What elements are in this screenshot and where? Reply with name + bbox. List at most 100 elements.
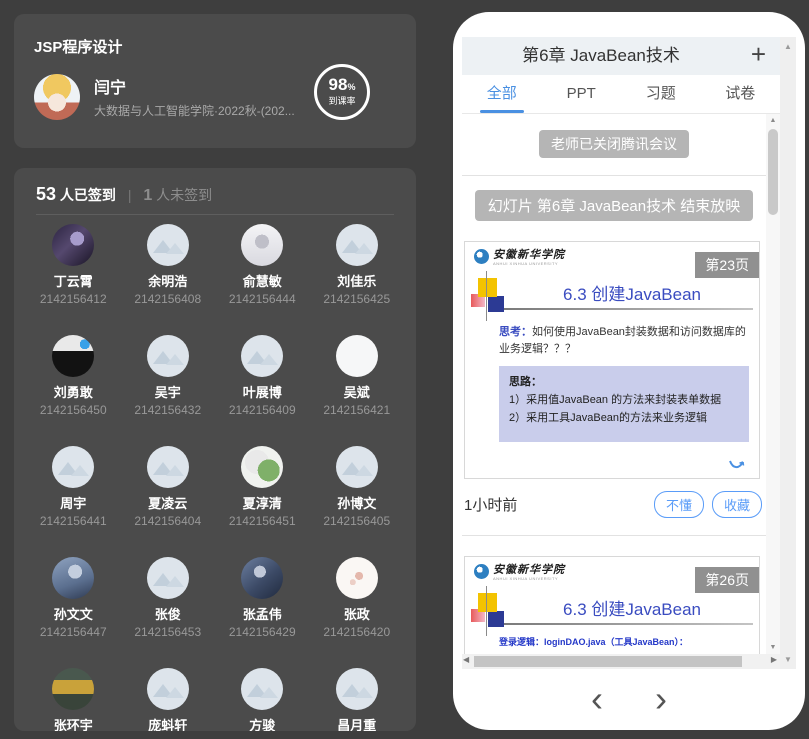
plus-icon[interactable]: + xyxy=(751,39,766,70)
student-id: 2142156420 xyxy=(323,625,390,639)
student-cell: 夏凌云2142156404 xyxy=(121,446,216,529)
student-name: 刘佳乐 xyxy=(337,271,376,290)
student-id: 2142156453 xyxy=(134,625,201,639)
divider xyxy=(462,535,766,536)
student-avatar xyxy=(52,446,94,488)
scroll-down-icon[interactable]: ▼ xyxy=(766,644,780,651)
slide-think-paragraph: 思考：如何使用JavaBean封装数据和访问数据库的业务逻辑？？？ xyxy=(499,324,749,358)
student-id: 2142156412 xyxy=(40,292,107,306)
student-name: 张环宇 xyxy=(54,715,93,731)
student-cell: 张环宇 xyxy=(26,668,121,731)
student-name: 张孟伟 xyxy=(243,604,282,623)
attendance-summary: 53 人已签到 | 1 人未签到 xyxy=(36,184,212,205)
student-avatar xyxy=(241,446,283,488)
teacher-avatar xyxy=(34,74,80,120)
attendance-rate-value: 98 xyxy=(329,75,348,94)
feed-content: 老师已关闭腾讯会议 幻灯片 第6章 JavaBean技术 结束放映 第23页 安… xyxy=(462,114,766,654)
page-number-badge: 第26页 xyxy=(695,567,759,593)
scroll-up-icon[interactable]: ▲ xyxy=(780,42,796,51)
student-avatar xyxy=(336,668,378,710)
student-cell: 孙文文2142156447 xyxy=(26,557,121,640)
scroll-up-icon[interactable]: ▲ xyxy=(766,117,780,124)
student-name: 吴宇 xyxy=(155,382,181,401)
student-grid: 丁云霄2142156412 余明浩2142156408 俞慧敏214215644… xyxy=(26,224,404,731)
student-avatar xyxy=(147,224,189,266)
student-id: 2142156432 xyxy=(134,403,201,417)
scrollbar-thumb[interactable] xyxy=(474,656,742,667)
student-name: 孙文文 xyxy=(54,604,93,623)
student-cell: 孙博文2142156405 xyxy=(310,446,405,529)
student-id: 2142156429 xyxy=(229,625,296,639)
university-logo: 安徽新华学院 ANHUI XINHUA UNIVERSITY xyxy=(474,249,565,266)
student-name: 吴斌 xyxy=(344,382,370,401)
tab-exercises[interactable]: 习题 xyxy=(621,75,701,113)
university-name-en: ANHUI XINHUA UNIVERSITY xyxy=(493,576,565,581)
student-cell: 吴斌2142156421 xyxy=(310,335,405,418)
student-avatar xyxy=(336,446,378,488)
student-cell: 张俊 2142156453 xyxy=(121,557,216,640)
tab-ppt[interactable]: PPT xyxy=(542,75,622,113)
timestamp: 1小时前 xyxy=(464,494,517,515)
next-page-button[interactable]: › xyxy=(655,681,667,717)
scroll-left-icon[interactable]: ◀ xyxy=(463,655,469,664)
unsigned-label: 人未签到 xyxy=(156,187,212,203)
university-name: 安徽新华学院 xyxy=(493,249,565,261)
page-scrollbar[interactable]: ▲ ▼ xyxy=(780,37,796,669)
university-name: 安徽新华学院 xyxy=(493,564,565,576)
student-cell: 吴宇 2142156432 xyxy=(121,335,216,418)
favorite-button[interactable]: 收藏 xyxy=(712,491,762,518)
student-id: 2142156451 xyxy=(229,514,296,528)
student-name: 方骏 xyxy=(249,715,275,731)
student-cell: 庞蚪轩 xyxy=(121,668,216,731)
teacher-name: 闫宁 xyxy=(94,74,126,98)
tab-bar: 全部 PPT 习题 试卷 xyxy=(462,75,780,114)
scrollbar-thumb[interactable] xyxy=(768,129,778,215)
slide-ornament xyxy=(486,586,487,636)
horizontal-scrollbar[interactable]: ◀ ▶ xyxy=(462,654,780,669)
student-avatar xyxy=(52,668,94,710)
university-logo: 安徽新华学院 ANHUI XINHUA UNIVERSITY xyxy=(474,564,565,581)
university-logo-icon xyxy=(474,249,489,264)
student-cell: 张孟伟 2142156429 xyxy=(215,557,310,640)
student-name: 孙博文 xyxy=(337,493,376,512)
tab-all[interactable]: 全部 xyxy=(462,75,542,113)
student-cell: 刘勇敢2142156450 xyxy=(26,335,121,418)
student-name: 张政 xyxy=(344,604,370,623)
prev-page-button[interactable]: ‹ xyxy=(591,681,603,717)
swoosh-icon xyxy=(729,459,745,470)
student-name: 张俊 xyxy=(155,604,181,623)
student-cell: 周宇2142156441 xyxy=(26,446,121,529)
divider xyxy=(493,308,753,310)
student-avatar xyxy=(336,557,378,599)
phone-nav-footer: ‹ › xyxy=(453,676,805,722)
phone-screen: 第6章 JavaBean技术 + 全部 PPT 习题 试卷 老师已关闭腾讯会议 … xyxy=(462,37,796,669)
divider xyxy=(493,623,753,625)
page-number-badge: 第23页 xyxy=(695,252,759,278)
divider xyxy=(36,214,394,215)
feed-scrollbar[interactable]: ▲ ▼ xyxy=(766,114,780,654)
student-cell: 丁云霄2142156412 xyxy=(26,224,121,307)
idea-box: 思路： 1）采用值JavaBean 的方法来封装表单数据 2）采用工具JavaB… xyxy=(499,366,749,442)
student-cell: 刘佳乐 2142156425 xyxy=(310,224,405,307)
student-cell: 昌月重 xyxy=(310,668,405,731)
student-id: 2142156425 xyxy=(323,292,390,306)
slide-card-page26[interactable]: 第26页 安徽新华学院 ANHUI XINHUA UNIVERSITY 6.3 … xyxy=(464,556,760,654)
slide-card-page23[interactable]: 第23页 安徽新华学院 ANHUI XINHUA UNIVERSITY 6.3 … xyxy=(464,241,760,479)
think-text: 如何使用JavaBean封装数据和访问数据库的业务逻辑？？？ xyxy=(499,326,746,355)
separator: | xyxy=(128,187,132,203)
student-avatar xyxy=(241,668,283,710)
slide-ornament xyxy=(486,271,487,321)
student-id: 2142156404 xyxy=(134,514,201,528)
student-avatar xyxy=(52,224,94,266)
confused-button[interactable]: 不懂 xyxy=(654,491,704,518)
unsigned-count: 1 xyxy=(143,187,152,204)
divider xyxy=(462,175,766,176)
teacher-department: 大数据与人工智能学院·2022秋-(202... xyxy=(94,102,319,119)
chapter-title: 第6章 JavaBean技术 xyxy=(462,37,740,75)
slide-ornament xyxy=(478,593,497,612)
tab-exams[interactable]: 试卷 xyxy=(701,75,781,113)
slide-title: 6.3 创建JavaBean xyxy=(515,280,749,305)
student-avatar xyxy=(147,557,189,599)
scroll-right-icon[interactable]: ▶ xyxy=(771,655,777,664)
scroll-down-icon[interactable]: ▼ xyxy=(780,655,796,664)
